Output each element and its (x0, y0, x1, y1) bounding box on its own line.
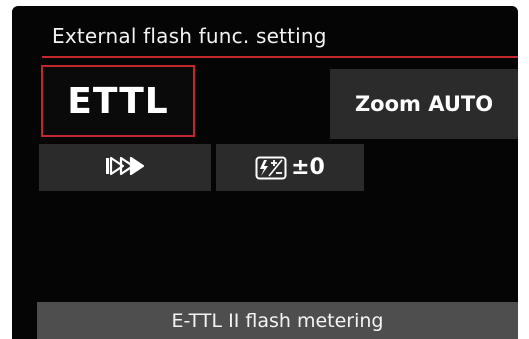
flash-exposure-comp-tile[interactable]: ±0 (216, 144, 364, 191)
setting-description-text: E-TTL II flash metering (171, 309, 384, 332)
flash-exposure-comp-value: ±0 (291, 155, 325, 180)
title-divider (42, 56, 518, 58)
flash-zoom-value: Zoom AUTO (354, 92, 494, 116)
flash-metering-mode-value: ETTL (67, 80, 169, 122)
lcd-screen: External flash func. setting ETTL Zoom A… (12, 6, 518, 339)
flash-exposure-comp-icon (255, 156, 287, 180)
high-speed-sync-icon (103, 155, 147, 181)
shutter-sync-tile[interactable] (39, 144, 211, 191)
page-title: External flash func. setting (52, 24, 327, 48)
setting-description-bar: E-TTL II flash metering (37, 302, 518, 339)
flash-zoom-tile[interactable]: Zoom AUTO (330, 69, 518, 139)
flash-metering-mode-tile[interactable]: ETTL (41, 65, 195, 137)
